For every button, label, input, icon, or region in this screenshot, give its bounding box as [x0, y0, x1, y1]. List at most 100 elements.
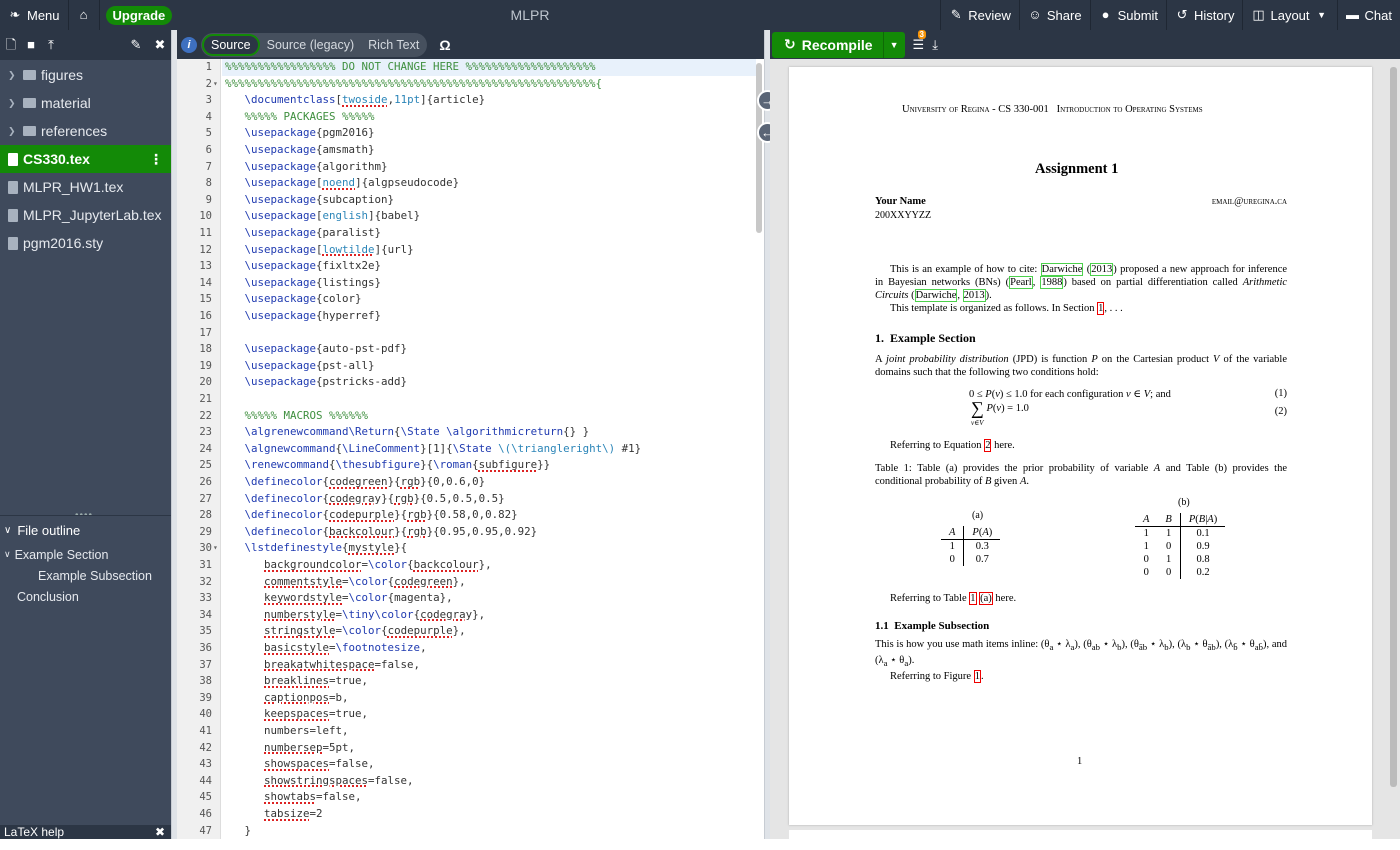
code-line[interactable]: breakatwhitespace=false,: [225, 657, 420, 674]
rename-icon[interactable]: ✎: [129, 38, 143, 52]
code-line[interactable]: \usepackage{pstricks-add}: [225, 374, 408, 391]
pdf-equation: ∑ P(v) = 1.0 v∈V: [971, 398, 1029, 427]
code-line[interactable]: \usepackage[english]{babel}: [225, 208, 421, 225]
mode-legacy-button[interactable]: Source (legacy): [260, 36, 362, 54]
outline-item[interactable]: Conclusion: [0, 586, 171, 607]
code-line[interactable]: stringstyle=\color{codepurple},: [225, 623, 466, 640]
code-line[interactable]: \definecolor{backcolour}{rgb}{0.95,0.95,…: [225, 524, 538, 541]
line-number: 37: [199, 658, 212, 671]
code-line[interactable]: numbersep=5pt,: [225, 740, 355, 757]
outline-item[interactable]: ∨ Example Section: [0, 544, 171, 565]
code-line[interactable]: showtabs=false,: [225, 789, 362, 806]
caret-down-icon[interactable]: ▼: [882, 31, 905, 58]
recompile-button[interactable]: ↻ Recompile ▼: [772, 31, 905, 58]
file-tree-item[interactable]: MLPR_HW1.tex: [0, 173, 171, 201]
pdf-next-page: [789, 830, 1372, 850]
submit-button[interactable]: ● Submit: [1091, 0, 1166, 30]
menu-button[interactable]: ❧ Menu: [0, 0, 68, 30]
code-line[interactable]: tabsize=2: [225, 806, 323, 823]
code-line[interactable]: showstringspaces=false,: [225, 773, 414, 790]
home-button[interactable]: ⌂: [69, 0, 99, 30]
code-line[interactable]: \usepackage{amsmath}: [225, 142, 375, 159]
pdf-scrollbar[interactable]: [1390, 67, 1397, 787]
code-line[interactable]: captionpos=b,: [225, 690, 349, 707]
code-line[interactable]: \usepackage[lowtilde]{url}: [225, 242, 414, 259]
code-line[interactable]: \algnewcommand{\LineComment}[1]{\State \…: [225, 441, 642, 458]
line-number: 8: [205, 177, 212, 190]
code-line[interactable]: \usepackage[noend]{algpseudocode}: [225, 175, 460, 192]
code-line[interactable]: basicstyle=\footnotesize,: [225, 640, 427, 657]
code-line[interactable]: \usepackage{pgm2016}: [225, 125, 375, 142]
code-line[interactable]: backgroundcolor=\color{backcolour},: [225, 557, 492, 574]
line-number: 13: [199, 260, 212, 273]
review-button[interactable]: ✎ Review: [941, 0, 1019, 30]
code-line[interactable]: \renewcommand{\thesubfigure}{\roman{subf…: [225, 457, 551, 474]
info-icon[interactable]: i: [181, 36, 197, 53]
code-line[interactable]: \algrenewcommand\Return{\State \algorith…: [225, 424, 590, 441]
code-line[interactable]: }: [225, 823, 252, 840]
latex-help-bar[interactable]: LaTeX help ✖: [0, 825, 171, 839]
code-line[interactable]: \documentclass[twoside,11pt]{article}: [225, 92, 486, 109]
code-line[interactable]: keywordstyle=\color{magenta},: [225, 590, 453, 607]
code-line[interactable]: \usepackage{hyperref}: [225, 308, 382, 325]
fold-toggle-icon[interactable]: ▾: [213, 76, 218, 93]
code-line[interactable]: \usepackage{color}: [225, 291, 362, 308]
folder-icon: [23, 98, 36, 108]
file-tree-item[interactable]: MLPR_JupyterLab.tex: [0, 201, 171, 229]
layout-button[interactable]: ◫ Layout ▼: [1243, 0, 1336, 30]
code-line[interactable]: numberstyle=\tiny\color{codegray},: [225, 607, 485, 624]
code-line[interactable]: numbers=left,: [225, 723, 349, 740]
mode-rich-text-button[interactable]: Rich Text: [361, 36, 426, 54]
file-menu-icon[interactable]: ⋮: [149, 151, 163, 168]
code-line[interactable]: \definecolor{codepurple}{rgb}{0.58,0,0.8…: [225, 507, 518, 524]
close-icon[interactable]: ✖: [155, 825, 165, 839]
code-line[interactable]: %%%%% PACKAGES %%%%%: [225, 109, 375, 126]
code-line[interactable]: breaklines=true,: [225, 673, 368, 690]
pdf-table-b: A B P(B|A) 1 1 0.1 1 0 0.9 0 1 0.8 0 0 0.2: [1135, 513, 1226, 579]
symbol-palette-button[interactable]: Ω: [439, 37, 450, 53]
code-line[interactable]: commentstyle=\color{codegreen},: [225, 574, 466, 591]
fold-toggle-icon[interactable]: ▾: [213, 540, 218, 557]
code-line[interactable]: %%%%%%%%%%%%%%%%% DO NOT CHANGE HERE %%%…: [225, 59, 596, 76]
code-line[interactable]: showspaces=false,: [225, 756, 375, 773]
code-line[interactable]: %%%%% MACROS %%%%%%: [225, 408, 369, 425]
new-folder-icon[interactable]: ■: [24, 38, 38, 52]
code-area[interactable]: 1 %%%%%%%%%%%%%%%%% DO NOT CHANGE HERE %%…: [177, 59, 766, 839]
code-line[interactable]: \usepackage{paralist}: [225, 225, 382, 242]
file-tree-item[interactable]: ❯ references: [0, 117, 171, 145]
code-line[interactable]: \usepackage{algorithm}: [225, 159, 388, 176]
code-line[interactable]: \definecolor{codegreen}{rgb}{0,0.6,0}: [225, 474, 486, 491]
code-line[interactable]: keepspaces=true,: [225, 706, 368, 723]
pdf-author-email: email@uregina.ca: [1211, 196, 1287, 207]
logs-button[interactable]: ☰ 3: [913, 29, 926, 53]
delete-icon[interactable]: ✖: [153, 38, 167, 52]
chat-button[interactable]: ▬ Chat: [1338, 0, 1400, 30]
file-tree-item[interactable]: pgm2016.sty: [0, 229, 171, 257]
code-line[interactable]: \usepackage{fixltx2e}: [225, 258, 382, 275]
editor-scrollbar[interactable]: [756, 63, 762, 233]
history-button[interactable]: ↺ History: [1167, 0, 1242, 30]
code-line[interactable]: %%%%%%%%%%%%%%%%%%%%%%%%%%%%%%%%%%%%%%%%…: [225, 76, 602, 93]
file-tree-item[interactable]: ❯ figures: [0, 61, 171, 89]
new-file-icon[interactable]: 🗋: [4, 38, 18, 52]
code-line[interactable]: \usepackage{auto-pst-pdf}: [225, 341, 408, 358]
code-line[interactable]: \usepackage{pst-all}: [225, 358, 375, 375]
chevron-right-icon: ❯: [8, 125, 16, 136]
outline-item[interactable]: Example Subsection: [0, 565, 171, 586]
code-line[interactable]: \usepackage{subcaption}: [225, 192, 395, 209]
upgrade-button[interactable]: Upgrade: [105, 5, 173, 25]
code-line[interactable]: \lstdefinestyle{mystyle}{: [225, 540, 408, 557]
code-line[interactable]: \definecolor{codegray}{rgb}{0.5,0.5,0.5}: [225, 491, 505, 508]
editor-mode-switch: Source Source (legacy) Rich Text: [201, 32, 428, 57]
mode-source-button[interactable]: Source: [202, 33, 260, 56]
file-tree-item[interactable]: ❯ material: [0, 89, 171, 117]
file-tree-item-active[interactable]: CS330.tex ⋮: [0, 145, 171, 173]
upload-icon[interactable]: ⤒: [44, 38, 58, 52]
code-line[interactable]: \usepackage{listings}: [225, 275, 382, 292]
share-button[interactable]: ☺ Share: [1020, 0, 1090, 30]
pdf-section-heading: 1. Example Section: [875, 331, 976, 345]
line-number: 4: [205, 110, 212, 123]
download-icon[interactable]: ⤓: [932, 37, 938, 53]
file-outline-header[interactable]: ∨ File outline: [0, 516, 171, 544]
pdf-title: Assignment 1: [1035, 161, 1119, 177]
